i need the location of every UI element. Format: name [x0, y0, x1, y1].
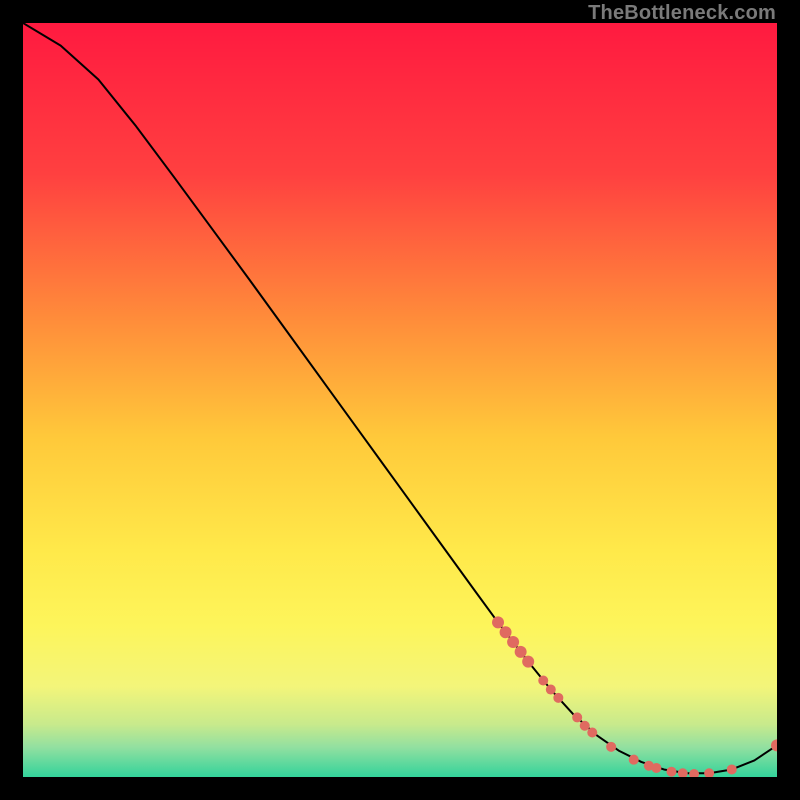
marker-point [587, 728, 597, 738]
marker-point [580, 721, 590, 731]
marker-point [606, 742, 616, 752]
marker-point [538, 675, 548, 685]
marker-point [492, 616, 504, 628]
chart-svg [23, 23, 777, 777]
chart-plot-area [23, 23, 777, 777]
watermark-label: TheBottleneck.com [588, 2, 776, 25]
marker-point [507, 636, 519, 648]
marker-point [515, 646, 527, 658]
marker-point [666, 767, 676, 777]
chart-background [23, 23, 777, 777]
marker-point [572, 712, 582, 722]
marker-point [522, 656, 534, 668]
marker-point [629, 755, 639, 765]
marker-point [651, 763, 661, 773]
marker-point [727, 764, 737, 774]
marker-point [553, 693, 563, 703]
marker-point [546, 685, 556, 695]
chart-stage: TheBottleneck.com [0, 0, 800, 800]
marker-point [500, 626, 512, 638]
